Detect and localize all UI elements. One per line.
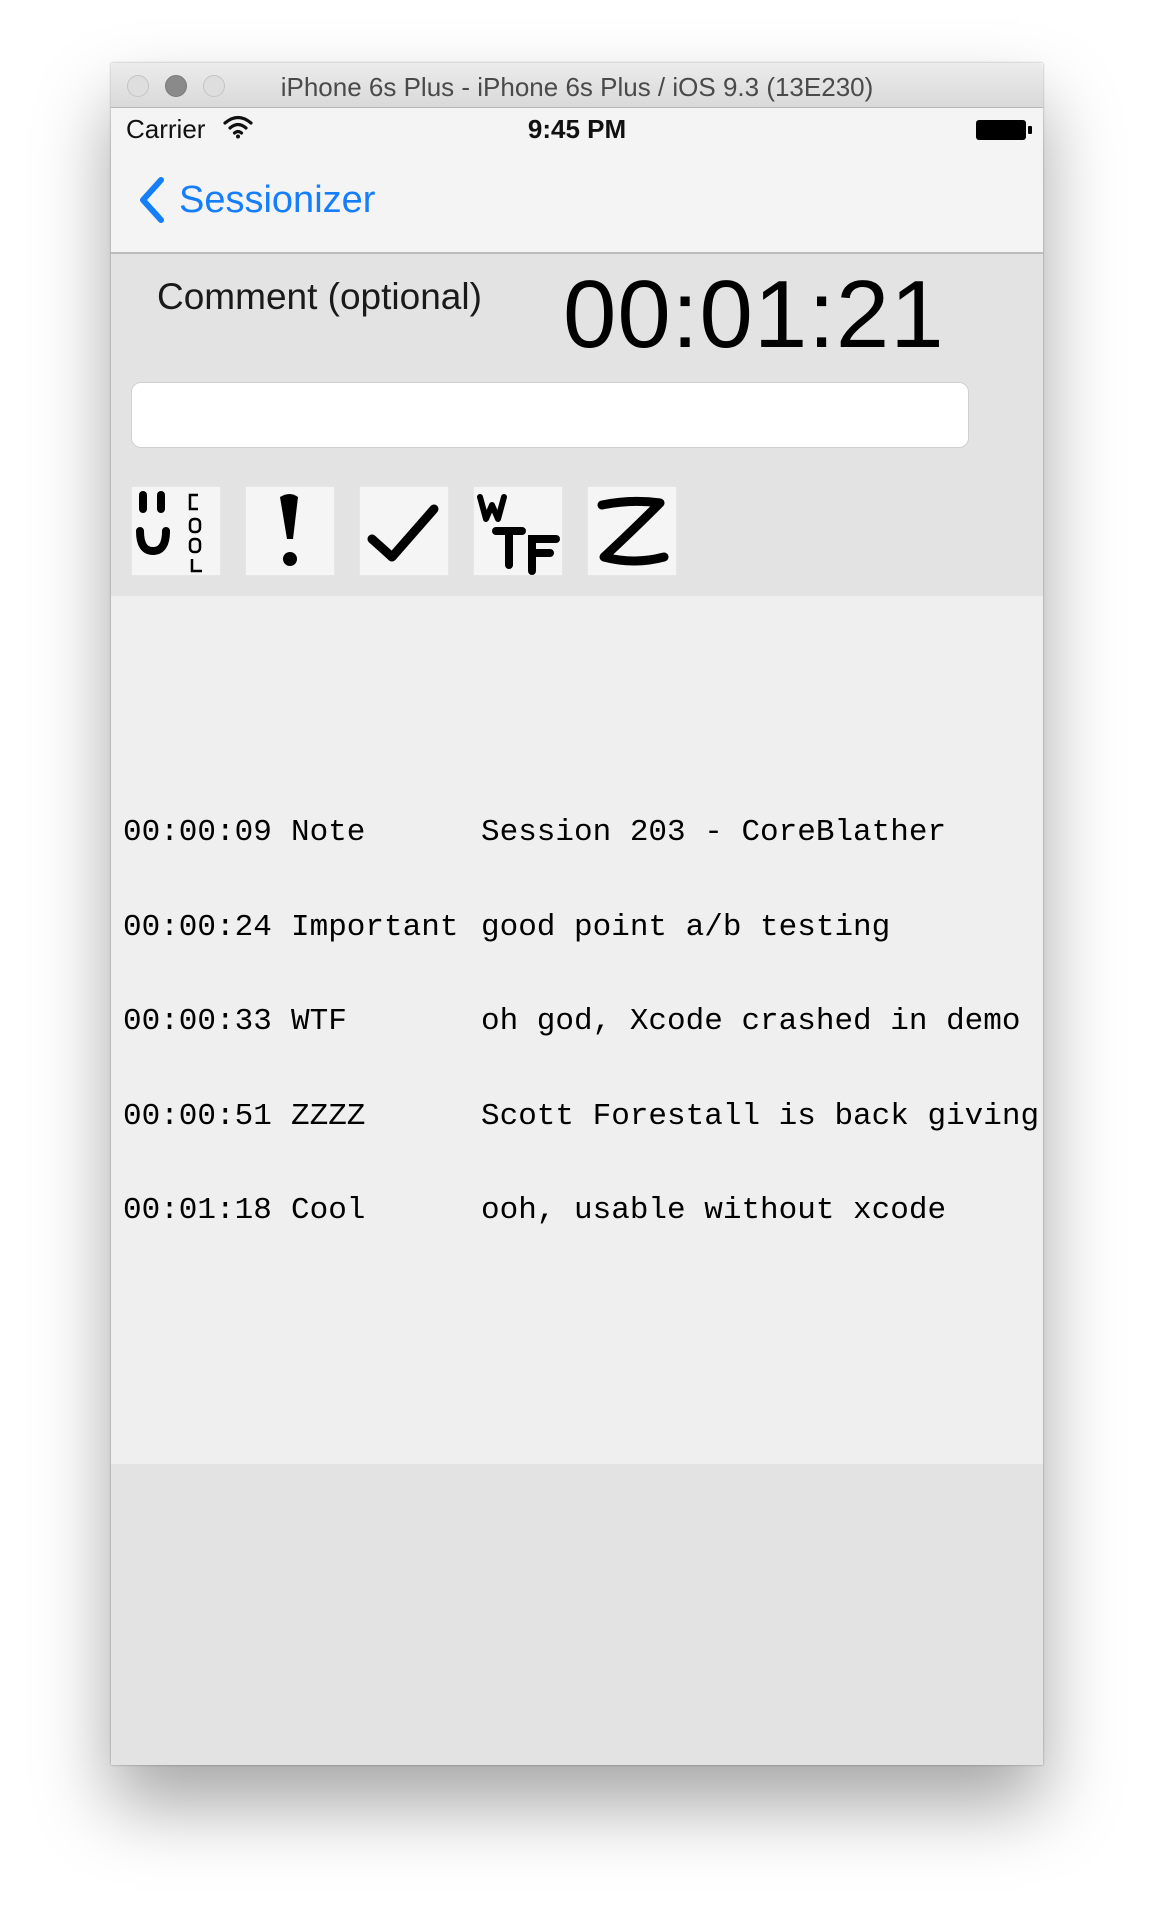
back-button-label: Sessionizer (179, 178, 376, 221)
chevron-left-icon (140, 177, 164, 223)
tag-buttons (131, 486, 677, 576)
z-icon (597, 496, 669, 566)
tag-button-important[interactable] (245, 486, 335, 576)
log-entry-time: 00:00:24 (123, 909, 272, 945)
exclamation-icon (280, 494, 298, 566)
log-entry-text: good point a/b testing (481, 909, 891, 945)
log-list: 00:00:09 Note Session 203 - CoreBlather 00… (123, 754, 1039, 1290)
window-titlebar[interactable]: iPhone 6s Plus - iPhone 6s Plus / iOS 9.… (111, 63, 1043, 108)
log-entry-tag: Important (291, 909, 459, 945)
elapsed-timer: 00:01:21 (563, 261, 945, 368)
log-entry-time: 00:01:18 (123, 1193, 272, 1228)
log-entry-text: oh god, Xcode crashed in demo (481, 1004, 1021, 1039)
log-entry-time: 00:00:09 (123, 815, 272, 850)
bottom-panel (111, 1464, 1043, 1765)
log-entry-text: ooh, usable without xcode (481, 1193, 947, 1228)
log-entry: 00:01:18 Cool ooh, usable without xcode (123, 1195, 1039, 1227)
log-entry: 00:00:51 ZZZZ Scott Forestall is back givi… (123, 1098, 1040, 1134)
device-screen: Carrier 9:45 PM Sessionizer Comment (opt… (111, 108, 1043, 1765)
session-log[interactable]: 00:00:09 Note Session 203 - CoreBlather 00… (111, 596, 1043, 1464)
tag-button-zzzz[interactable] (587, 486, 677, 576)
comment-input[interactable] (131, 382, 969, 448)
checkmark-icon (367, 504, 439, 562)
tag-button-wtf[interactable] (473, 486, 563, 576)
log-entry: 00:00:33 WTF oh god, Xcode crashed in demo (123, 1006, 1039, 1038)
tag-button-cool[interactable] (131, 486, 221, 576)
log-entry-time: 00:00:33 (123, 1004, 272, 1039)
log-entry: 00:00:24 Important good point a/b testing (123, 909, 1039, 945)
back-button[interactable]: Sessionizer (137, 174, 375, 226)
log-entry-tag: Cool (291, 1193, 366, 1228)
entry-panel: Comment (optional) 00:01:21 (111, 254, 1043, 596)
log-entry-text: Session 203 - CoreBlather (481, 815, 947, 850)
window-title: iPhone 6s Plus - iPhone 6s Plus / iOS 9.… (280, 72, 874, 102)
status-bar: Carrier 9:45 PM (111, 108, 1043, 148)
tag-button-note[interactable] (359, 486, 449, 576)
battery-icon (976, 120, 1032, 140)
log-entry-text: Scott Forestall is back giving (481, 1098, 1040, 1134)
comment-label: Comment (optional) (157, 276, 482, 317)
simulator-window: iPhone 6s Plus - iPhone 6s Plus / iOS 9.… (111, 63, 1043, 1765)
cool-smiley-icon (136, 491, 202, 573)
wtf-icon (477, 494, 560, 575)
navigation-bar: Sessionizer (111, 148, 1043, 254)
log-entry-tag: WTF (291, 1004, 347, 1039)
log-entry: 00:00:09 Note Session 203 - CoreBlather (123, 817, 1039, 849)
log-entry-tag: ZZZZ (291, 1098, 366, 1134)
log-entry-time: 00:00:51 (123, 1098, 272, 1134)
log-entry-tag: Note (291, 815, 366, 850)
status-time: 9:45 PM (527, 114, 627, 144)
